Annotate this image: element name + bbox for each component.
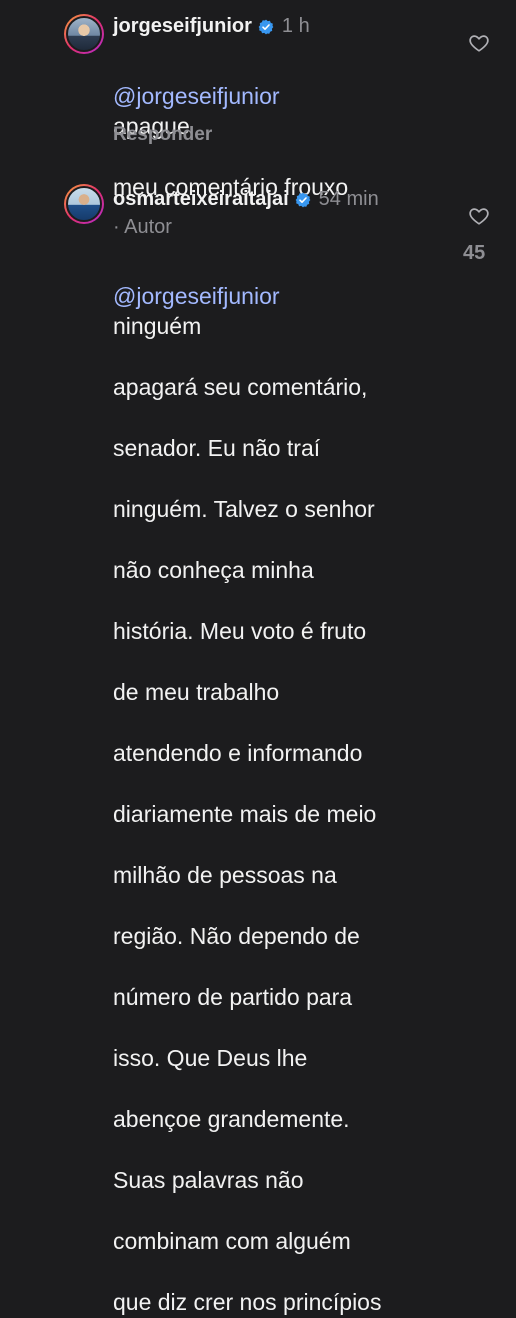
comment-time: 1 h <box>281 15 310 37</box>
comment-text-line: milhão de pessoas na <box>113 862 337 888</box>
comment-text-line: atendendo e informando <box>113 740 363 766</box>
mention-link[interactable]: @jorgeseifjunior <box>113 283 280 309</box>
verified-badge-icon <box>258 19 274 34</box>
comment-text-line: número de partido para <box>113 984 353 1010</box>
comment-text-line: diariamente mais de meio <box>113 801 377 827</box>
comment-text-line: que diz crer nos princípios <box>113 1289 382 1315</box>
comment-text-line: Suas palavras não <box>113 1167 304 1193</box>
reply-button[interactable]: Responder <box>113 124 212 146</box>
comment-header: osmarteixeiraitajai 54 min <box>113 188 379 211</box>
heart-icon[interactable] <box>468 205 490 227</box>
comment-text-line: região. Não dependo de <box>113 923 360 949</box>
avatar[interactable] <box>64 184 104 224</box>
comment-text-line-1: ninguém <box>113 313 202 339</box>
comment-text-line: ninguém. Talvez o senhor <box>113 496 375 522</box>
comment-text-line: de meu trabalho <box>113 679 280 705</box>
author-label: · Autor <box>113 216 172 238</box>
comment-header: jorgeseifjunior 1 h <box>113 15 310 38</box>
heart-icon[interactable] <box>468 32 490 54</box>
verified-badge-icon <box>295 192 310 207</box>
comment-osmarteixeiraitajai: osmarteixeiraitajai 54 min · Autor @jorg… <box>0 170 516 1315</box>
like-count: 45 <box>463 242 486 264</box>
comment-jorgeseifjunior: jorgeseifjunior 1 h @jorgeseifjunior apa… <box>0 0 516 200</box>
avatar-photo <box>66 186 102 222</box>
comment-text-line: abençoe grandemente. <box>113 1106 350 1132</box>
comment-text-line: não conheça minha <box>113 557 314 583</box>
avatar-photo <box>66 16 102 52</box>
comment-text: @jorgeseifjunior ninguém apagará seu com… <box>113 250 453 1318</box>
username[interactable]: osmarteixeiraitajai <box>113 188 289 211</box>
comment-time: 54 min <box>318 188 379 210</box>
comment-text-line: apagará seu comentário, <box>113 374 368 400</box>
mention-link[interactable]: @jorgeseifjunior <box>113 83 280 109</box>
avatar[interactable] <box>64 14 104 54</box>
username[interactable]: jorgeseifjunior <box>113 15 252 38</box>
comment-text-line: história. Meu voto é fruto <box>113 618 367 644</box>
comment-text-line: isso. Que Deus lhe <box>113 1045 308 1071</box>
comment-text-line: senador. Eu não traí <box>113 435 321 461</box>
comment-text-line: combinam com alguém <box>113 1228 351 1254</box>
